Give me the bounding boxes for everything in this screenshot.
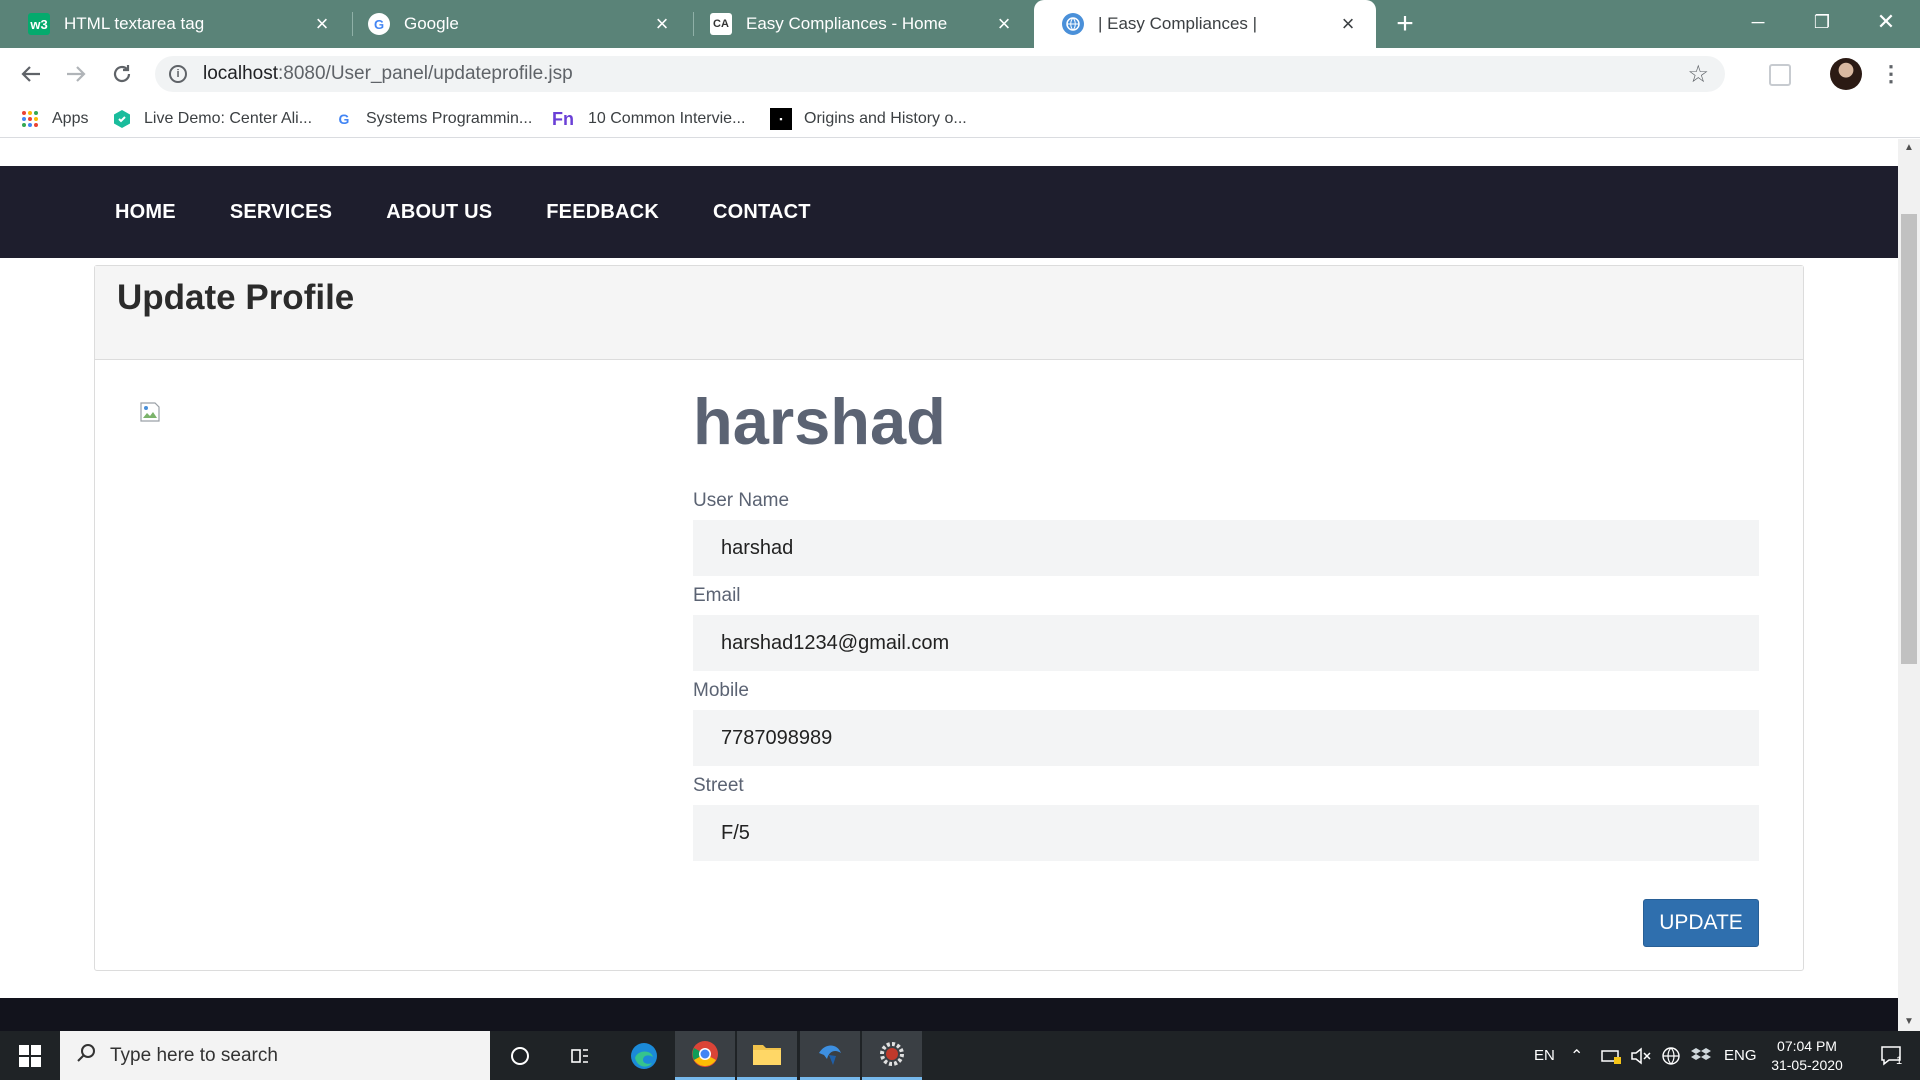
windows-start-icon[interactable] [0,1031,60,1080]
close-tab-icon[interactable]: × [310,11,334,36]
globe-icon [1062,13,1084,35]
update-profile-card: Update Profile harshad User Name harshad… [94,265,1804,971]
close-tab-icon[interactable]: × [650,11,674,36]
street-label: Street [693,775,744,796]
page-scrollbar[interactable]: ▲ ▼ [1898,139,1920,1031]
tab-title: Google [404,14,459,33]
reload-icon[interactable] [108,60,136,88]
profile-display-name: harshad [693,385,946,458]
tab-html-textarea[interactable]: w3 HTML textarea tag × [0,0,350,48]
browser-tab-strip: w3 HTML textarea tag × G Google × CA Eas… [0,0,1920,48]
chevron-up-icon[interactable]: ⌃ [1570,1031,1583,1080]
site-navbar: HOME SERVICES ABOUT US FEEDBACK CONTACT [0,166,1898,258]
forward-arrow-icon[interactable] [62,60,90,88]
cortana-icon[interactable] [490,1031,550,1080]
hexagon-icon [112,109,132,129]
google-icon: G [338,111,350,127]
close-tab-icon[interactable]: × [1336,11,1360,36]
profile-image-broken-icon [139,401,161,423]
address-bar[interactable]: i localhost:8080/User_panel/updateprofil… [155,56,1725,92]
tab-title: HTML textarea tag [64,14,205,33]
file-explorer-icon[interactable] [737,1031,797,1080]
url-path: :8080/User_panel/updateprofile.jsp [278,63,573,84]
bookmark-label: Origins and History o... [804,110,967,127]
tray-lang-short[interactable]: EN [1534,1031,1555,1080]
ca-icon: CA [710,13,732,35]
clock-date: 31-05-2020 [1771,1057,1843,1073]
notification-count: 1 [1896,1055,1903,1067]
email-field[interactable]: harshad1234@gmail.com [693,615,1759,671]
nav-about-us[interactable]: ABOUT US [386,201,492,224]
card-header: Update Profile [95,266,1803,360]
profile-avatar[interactable] [1830,58,1862,90]
search-icon [76,1043,96,1069]
tab-easy-compliances-active[interactable]: | Easy Compliances | × [1034,0,1376,48]
scrollbar-thumb[interactable] [1901,214,1917,664]
minimize-icon[interactable]: ─ [1726,0,1790,44]
update-button[interactable]: UPDATE [1643,899,1759,947]
back-arrow-icon[interactable] [17,60,45,88]
edge-icon[interactable] [614,1031,674,1080]
mobile-field[interactable]: 7787098989 [693,710,1759,766]
globe-icon[interactable] [1661,1031,1681,1080]
window-close-icon[interactable]: ✕ [1854,0,1918,44]
clock-time: 07:04 PM [1777,1038,1837,1054]
nav-services[interactable]: SERVICES [230,201,332,224]
search-placeholder: Type here to search [110,1044,278,1066]
clock[interactable]: 07:04 PM 31-05-2020 [1752,1037,1862,1075]
bookmark-common-interview[interactable]: Fn 10 Common Intervie... [550,108,745,130]
chrome-icon[interactable] [675,1031,735,1080]
menu-kebab-icon[interactable]: ⋮ [1880,60,1902,88]
tab-google[interactable]: G Google × [340,0,690,48]
windows-taskbar: Type here to search EN ⌃ ENG 07:04 PM 31… [0,1031,1920,1080]
bookmark-apps[interactable]: Apps [20,108,88,130]
settings-gear-icon[interactable] [862,1031,922,1080]
url-text[interactable]: localhost:8080/User_panel/updateprofile.… [203,63,573,85]
browser-toolbar: i localhost:8080/User_panel/updateprofil… [0,48,1920,100]
taskbar-search-input[interactable]: Type here to search [60,1031,490,1080]
bookmark-label: Apps [52,110,89,127]
bookmark-origins-history[interactable]: ▪ Origins and History o... [770,108,967,130]
page-viewport: HOME SERVICES ABOUT US FEEDBACK CONTACT … [0,139,1898,1031]
nav-feedback[interactable]: FEEDBACK [546,201,659,224]
fn-icon: Fn [552,108,574,129]
volume-muted-icon[interactable] [1630,1031,1652,1080]
blue-app-icon[interactable] [800,1031,860,1080]
tab-title: | Easy Compliances | [1098,14,1258,33]
w3-icon: w3 [28,13,50,35]
nav-home[interactable]: HOME [115,201,176,224]
bookmark-label: 10 Common Intervie... [588,110,746,127]
apps-grid-icon [20,109,40,129]
scroll-up-icon[interactable]: ▲ [1898,139,1920,157]
network-icon[interactable] [1600,1031,1622,1080]
black-square-icon: ▪ [770,108,792,130]
task-view-icon[interactable] [550,1031,610,1080]
url-host: localhost [203,63,278,84]
tab-title: Easy Compliances - Home [746,14,948,33]
tab-easy-compliances-home[interactable]: CA Easy Compliances - Home × [682,0,1032,48]
close-tab-icon[interactable]: × [992,11,1016,36]
bookmark-label: Systems Programmin... [366,110,533,127]
scroll-down-icon[interactable]: ▼ [1898,1013,1920,1031]
email-label: Email [693,585,741,606]
bookmark-live-demo[interactable]: Live Demo: Center Ali... [112,108,312,130]
mobile-label: Mobile [693,680,749,701]
username-field[interactable]: harshad [693,520,1759,576]
bookmarks-bar: Apps Live Demo: Center Ali... G Systems … [0,100,1920,138]
bookmark-star-icon[interactable]: ☆ [1687,60,1709,89]
notification-center-icon[interactable]: 1 [1864,1031,1920,1080]
bookmark-label: Live Demo: Center Ali... [144,110,313,127]
username-label: User Name [693,490,790,511]
nav-contact[interactable]: CONTACT [713,201,811,224]
page-title: Update Profile [117,278,355,317]
new-tab-button[interactable]: + [1390,9,1420,39]
extension-icon[interactable] [1769,64,1791,86]
dropbox-icon[interactable] [1691,1031,1711,1080]
bookmark-systems-programming[interactable]: G Systems Programmin... [334,108,533,130]
site-info-icon[interactable]: i [169,65,187,83]
site-footer [0,998,1898,1031]
google-icon: G [368,13,390,35]
restore-icon[interactable]: ❐ [1790,0,1854,44]
street-field[interactable]: F/5 [693,805,1759,861]
